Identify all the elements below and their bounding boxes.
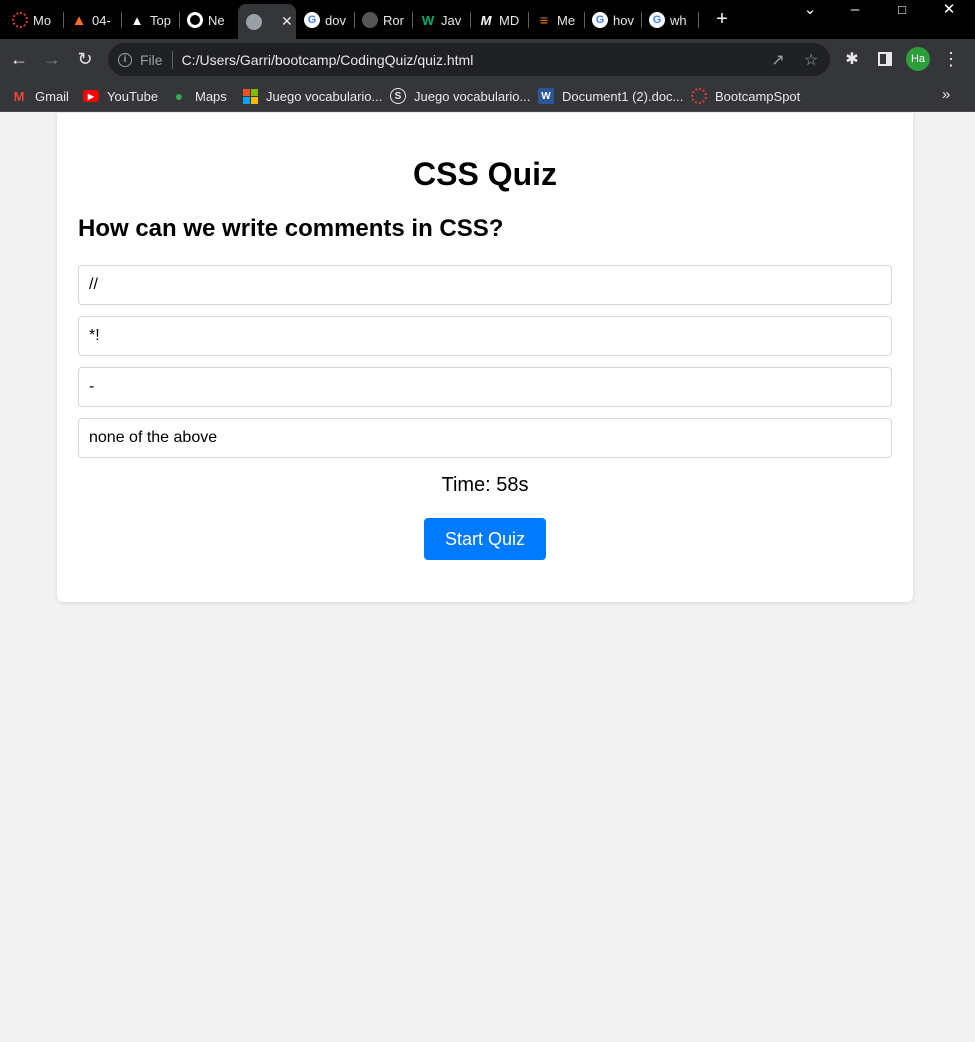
tab-label: Jav [441, 12, 462, 28]
google-icon: G [304, 12, 320, 28]
tab-label: Me [557, 12, 576, 28]
timer-text: Time: 58s [441, 474, 529, 496]
answer-choice-3[interactable]: - [78, 367, 892, 407]
back-arrow-icon[interactable]: ← [7, 47, 31, 71]
bookmark-maps[interactable]: ● Maps [171, 86, 227, 106]
window-close-icon[interactable]: ✕ [934, 0, 964, 20]
url-text[interactable]: C:/Users/Garri/bootcamp/CodingQuiz/quiz.… [182, 52, 474, 68]
word-icon: W [538, 88, 554, 104]
bookmark-label: YouTube [107, 88, 159, 104]
close-icon[interactable]: ✕ [281, 13, 293, 30]
star-icon[interactable]: ☆ [800, 49, 822, 71]
tab-10[interactable]: ≡ Me [536, 8, 578, 32]
mdn-icon: M [480, 12, 492, 28]
tab-7[interactable]: Ror [362, 8, 405, 32]
maximize-icon[interactable]: □ [887, 0, 917, 20]
tab-label: MD [499, 12, 520, 28]
tab-search-icon[interactable]: ⌄ [795, 0, 825, 20]
tab-4[interactable]: Ne [187, 8, 230, 32]
tab-label: Ror [383, 12, 404, 28]
bookmark-bootcampspot[interactable]: BootcampSpot [691, 86, 800, 106]
answer-choice-2[interactable]: *! [78, 316, 892, 356]
chrome-icon [187, 12, 203, 28]
new-tab-button[interactable]: + [712, 8, 732, 30]
tab-label: wh [670, 12, 687, 28]
maps-icon: ● [174, 88, 184, 104]
tab-2[interactable]: ▲ 04- [71, 8, 116, 32]
stackoverflow-icon: ≡ [539, 12, 549, 28]
tab-label: Ne [208, 12, 225, 28]
url-scheme-label: File [140, 51, 163, 68]
tab-label: dov [325, 12, 346, 28]
microsoft-icon [242, 88, 258, 104]
extensions-icon[interactable]: ✱ [840, 47, 864, 71]
bookmark-gmail[interactable]: M Gmail [11, 86, 69, 106]
tab-11[interactable]: G hov [592, 8, 635, 32]
chevron-double-right-icon[interactable]: » [942, 86, 950, 103]
bookmark-label: BootcampSpot [715, 88, 801, 104]
bookmark-label: Juego vocabulario... [266, 88, 383, 104]
reload-icon[interactable]: ↻ [73, 47, 97, 71]
bookmark-label: Maps [195, 88, 227, 104]
share-icon[interactable]: ↗ [767, 49, 789, 71]
gmail-icon: M [13, 88, 25, 104]
tab-6[interactable]: G dov [304, 8, 348, 32]
mountain-icon: ▲ [130, 12, 144, 28]
google-icon: G [649, 12, 665, 28]
tab-1[interactable]: Mo [12, 8, 56, 32]
github-icon [362, 12, 378, 28]
bookmark-juego-2[interactable]: S Juego vocabulario... [390, 86, 530, 106]
avatar[interactable]: Ha [906, 47, 930, 71]
w3schools-icon: W [421, 12, 435, 28]
tab-9[interactable]: M MD [478, 8, 521, 32]
browser-toolbar: ← → ↻ i File C:/Users/Garri/bootcamp/Cod… [0, 39, 975, 80]
bookmark-label: Document1 (2).doc... [562, 88, 684, 104]
tab-12[interactable]: G wh [649, 8, 691, 32]
bookmark-label: Gmail [35, 88, 69, 104]
address-bar[interactable]: i File C:/Users/Garri/bootcamp/CodingQui… [108, 43, 830, 76]
minimize-icon[interactable]: – [840, 0, 870, 20]
bootcamp-icon [691, 88, 707, 104]
forward-arrow-icon[interactable]: → [40, 47, 64, 71]
answer-choice-1[interactable]: // [78, 265, 892, 305]
tab-strip: Mo ▲ 04- ▲ Top Ne ✕ G dov Ror W Jav M MD… [0, 0, 975, 39]
quiz-card: CSS Quiz How can we write comments in CS… [57, 113, 913, 602]
tab-label: Top [150, 12, 171, 28]
page-title: CSS Quiz [412, 156, 557, 192]
tab-label: hov [613, 12, 634, 28]
bookmark-label: Juego vocabulario... [414, 88, 531, 104]
gitlab-icon: ▲ [71, 11, 87, 29]
info-icon[interactable]: i [118, 52, 132, 67]
tab-label: 04- [92, 12, 111, 28]
tab-8[interactable]: W Jav [420, 8, 462, 32]
question-text: How can we write comments in CSS? [78, 215, 504, 242]
sway-icon: S [390, 88, 406, 104]
kebab-menu-icon[interactable]: ⋮ [939, 47, 963, 71]
google-icon: G [592, 12, 608, 28]
bookmark-document[interactable]: W Document1 (2).doc... [538, 86, 683, 106]
answer-choice-4[interactable]: none of the above [78, 418, 892, 458]
youtube-icon: ▶ [83, 90, 99, 102]
bootcamp-icon [12, 12, 28, 28]
tab-label: Mo [33, 12, 52, 28]
side-panel-icon[interactable] [873, 47, 897, 71]
start-quiz-button[interactable]: Start Quiz [424, 518, 546, 560]
tab-active[interactable]: ✕ [238, 4, 296, 39]
tab-3[interactable]: ▲ Top [129, 8, 173, 32]
bookmarks-bar: M Gmail ▶ YouTube ● Maps Juego vocabular… [0, 80, 975, 112]
bookmark-juego-1[interactable]: Juego vocabulario... [242, 86, 382, 106]
globe-icon [246, 13, 262, 30]
bookmark-youtube[interactable]: ▶ YouTube [83, 86, 158, 106]
